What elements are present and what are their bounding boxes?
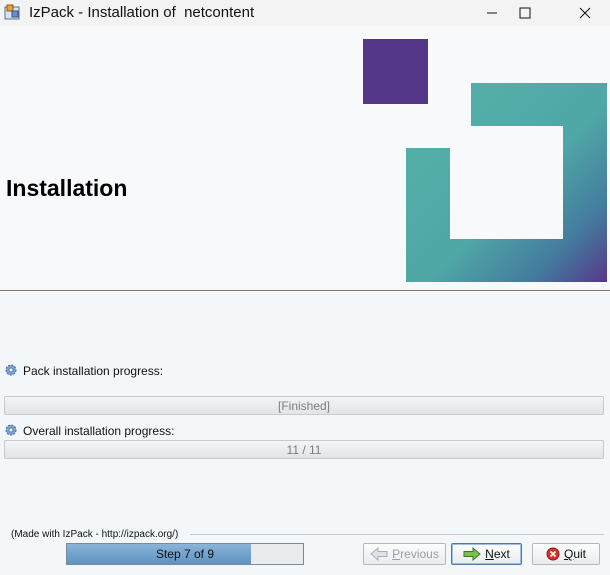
pack-progress-bar: [Finished] [4, 396, 604, 415]
step-progress-text: Step 7 of 9 [155, 547, 215, 561]
overall-progress-bar: 11 / 11 [4, 440, 604, 459]
izpack-logo-image [363, 39, 607, 282]
arrow-left-icon [370, 547, 388, 561]
close-button[interactable] [562, 0, 608, 26]
pack-progress-status: [Finished] [277, 398, 331, 413]
step-progress-bar: Step 7 of 9 [66, 543, 304, 565]
quit-icon [546, 547, 560, 561]
arrow-right-icon [463, 547, 481, 561]
footer-divider [190, 534, 604, 535]
previous-button[interactable]: Previous [363, 543, 446, 565]
window-title: IzPack - Installation of netcontent [29, 4, 255, 21]
header-divider-highlight [0, 291, 610, 292]
window-titlebar: IzPack - Installation of netcontent [0, 0, 610, 26]
close-icon [579, 7, 591, 19]
quit-button[interactable]: Quit [532, 543, 600, 565]
gear-icon [5, 364, 17, 376]
gear-icon [5, 424, 17, 436]
next-button-label: Next [485, 547, 510, 561]
izpack-app-icon [4, 4, 20, 20]
pack-progress-label: Pack installation progress: [23, 364, 164, 378]
header-panel: Installation [0, 26, 610, 290]
overall-progress-label: Overall installation progress: [23, 424, 175, 438]
previous-button-label: Previous [392, 547, 439, 561]
overall-progress-status: 11 / 11 [286, 442, 322, 457]
maximize-icon [519, 7, 531, 19]
made-with-izpack-label: (Made with IzPack - http://izpack.org/) [11, 529, 179, 540]
next-button[interactable]: Next [451, 543, 522, 565]
minimize-icon [487, 12, 497, 14]
quit-button-label: Quit [563, 547, 587, 561]
maximize-button[interactable] [502, 0, 548, 26]
